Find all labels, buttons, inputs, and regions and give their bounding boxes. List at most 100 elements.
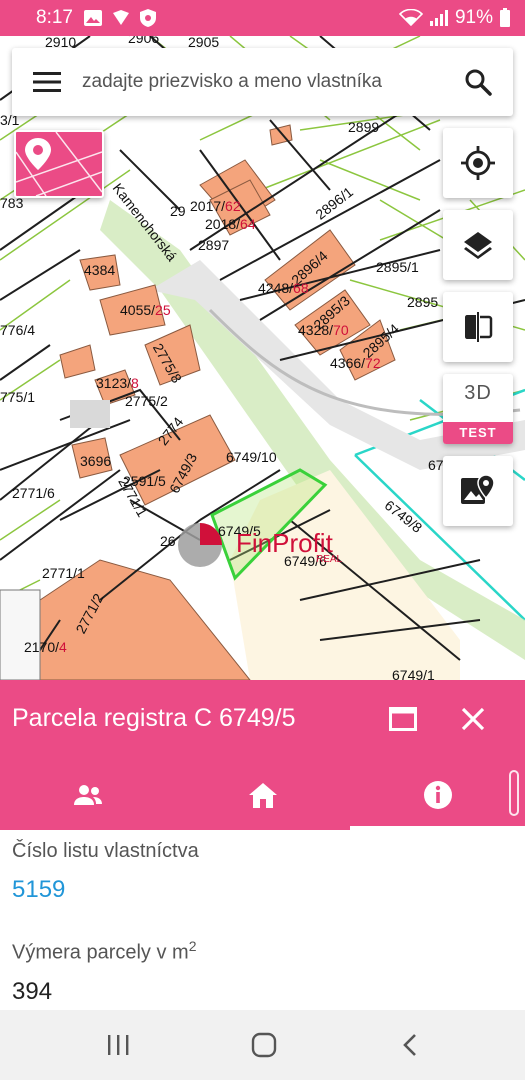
owner-label: 4248/68 <box>258 280 309 296</box>
battery-icon <box>500 8 510 27</box>
area-value: 394 <box>12 978 53 1005</box>
owner-label-house: 70 <box>333 322 349 338</box>
battery-percent: 91% <box>454 7 493 28</box>
parcel-label: 29 <box>170 203 186 219</box>
area-label-superscript: 2 <box>188 938 197 954</box>
status-time: 8:17 <box>36 7 73 28</box>
maximize-icon <box>389 707 417 731</box>
parcel-label: 2591/5 <box>123 473 166 489</box>
tab-owners[interactable] <box>0 764 175 826</box>
back-chevron-icon <box>403 1034 416 1056</box>
owner-label: 2017/62 <box>190 198 241 214</box>
owner-label-number: 4055 <box>120 302 151 318</box>
search-button[interactable] <box>443 48 513 116</box>
vpn-notification-icon <box>139 9 156 27</box>
parcel-pin-icon <box>16 132 102 196</box>
wifi-icon <box>398 9 423 27</box>
owner-label-house: 72 <box>365 355 381 371</box>
parcel-label: 775/1 <box>0 389 35 405</box>
gallery-notification-icon <box>83 10 102 26</box>
parcel-detail-header: Parcela registra C 6749/5 <box>0 680 525 830</box>
owner-label-number: 2017 <box>190 198 221 214</box>
parcel-label: 2771/6 <box>12 485 55 501</box>
owner-label-house: 62 <box>225 198 241 214</box>
parcel-label: 6749/10 <box>226 449 277 465</box>
back-button[interactable] <box>380 1025 440 1065</box>
owner-label-house: 4 <box>59 639 67 655</box>
area-label: Výmera parcely v m2 <box>12 938 197 965</box>
owner-search-input[interactable] <box>82 71 443 93</box>
close-icon <box>461 707 485 731</box>
owner-label-house: 25 <box>155 302 171 318</box>
tab-property[interactable] <box>175 764 350 826</box>
owner-label-number: 2018 <box>205 216 236 232</box>
home-circle-icon <box>251 1032 277 1058</box>
owner-label: 2018/64 <box>205 216 256 232</box>
owner-label: 2170/4 <box>24 639 67 655</box>
people-icon <box>73 785 102 805</box>
lv-number-label: Číslo listu vlastníctva <box>12 840 199 862</box>
parcel-info-content[interactable]: Číslo listu vlastníctva 5159 Výmera parc… <box>0 830 525 1010</box>
search-icon <box>465 69 492 96</box>
map-layer-thumbnail[interactable] <box>14 130 104 198</box>
parcel-label: 2895/1 <box>376 259 419 275</box>
owner-label-number: 4328 <box>298 322 329 338</box>
panel-scroll-handle[interactable] <box>509 770 519 816</box>
white-lot <box>0 589 41 680</box>
signal-icon <box>429 10 448 26</box>
parcel-label: 2895 <box>407 294 438 310</box>
hamburger-menu-icon <box>33 72 61 92</box>
test-badge: TEST <box>443 422 513 444</box>
owner-label: 4366/72 <box>330 355 381 371</box>
tab-info[interactable] <box>350 764 525 826</box>
owner-label: 4055/25 <box>120 302 171 318</box>
parcel-label: 4384 <box>84 262 115 278</box>
3d-view-button[interactable]: 3D TEST <box>443 374 513 444</box>
parcel-label: 2775/2 <box>125 393 168 409</box>
3d-label: 3D <box>464 382 492 404</box>
street-view-button[interactable] <box>443 456 513 526</box>
owner-label-number: 3123 <box>96 375 127 391</box>
gps-crosshair-icon <box>461 146 495 180</box>
parcel-label: 67 <box>428 457 444 473</box>
status-right: 91% <box>398 7 511 29</box>
my-location-button[interactable] <box>443 128 513 198</box>
shield-notification-icon <box>112 10 129 25</box>
owner-label-house: 68 <box>293 280 309 296</box>
parcel-label: 2906 <box>128 36 159 46</box>
close-panel-button[interactable] <box>455 700 491 738</box>
parcel-label: 2771/1 <box>42 565 85 581</box>
lv-number-value[interactable]: 5159 <box>12 876 65 904</box>
owner-label: 3123/8 <box>96 375 139 391</box>
home-nav-button[interactable] <box>234 1025 294 1065</box>
owner-label-house: 64 <box>240 216 256 232</box>
app-screen: 8:17 91% 2910 2906 2905 3/1 783 2899 289… <box>0 0 525 1080</box>
grey-structure <box>70 400 110 428</box>
parcel-label: 6749/1 <box>392 667 435 680</box>
parcel-title: Parcela registra C 6749/5 <box>12 704 296 732</box>
menu-button[interactable] <box>12 48 82 116</box>
parcel-label: 26 <box>160 533 176 549</box>
status-bar: 8:17 91% <box>0 0 525 36</box>
area-label-text: Výmera parcely v m <box>12 941 189 964</box>
owner-label-number: 2170 <box>24 639 55 655</box>
layers-button[interactable] <box>443 210 513 280</box>
parcel-label: 3696 <box>80 453 111 469</box>
layers-icon <box>464 232 492 259</box>
parcel-label: 776/4 <box>0 322 35 338</box>
owner-search-bar <box>12 48 513 116</box>
recent-apps-icon <box>108 1035 129 1055</box>
status-notification-icons <box>83 8 157 28</box>
system-nav-bar <box>0 1010 525 1080</box>
recent-apps-button[interactable] <box>88 1025 148 1065</box>
compare-button[interactable] <box>443 292 513 362</box>
info-icon <box>423 781 452 809</box>
owner-label-number: 4366 <box>330 355 361 371</box>
watermark-subtext: REAL <box>316 554 343 565</box>
map-pin-image-icon <box>461 474 495 504</box>
home-icon <box>248 783 277 808</box>
owner-label-number: 4248 <box>258 280 289 296</box>
compare-icon <box>465 312 493 342</box>
parcel-label: 2899 <box>348 119 379 135</box>
maximize-panel-button[interactable] <box>386 700 420 738</box>
